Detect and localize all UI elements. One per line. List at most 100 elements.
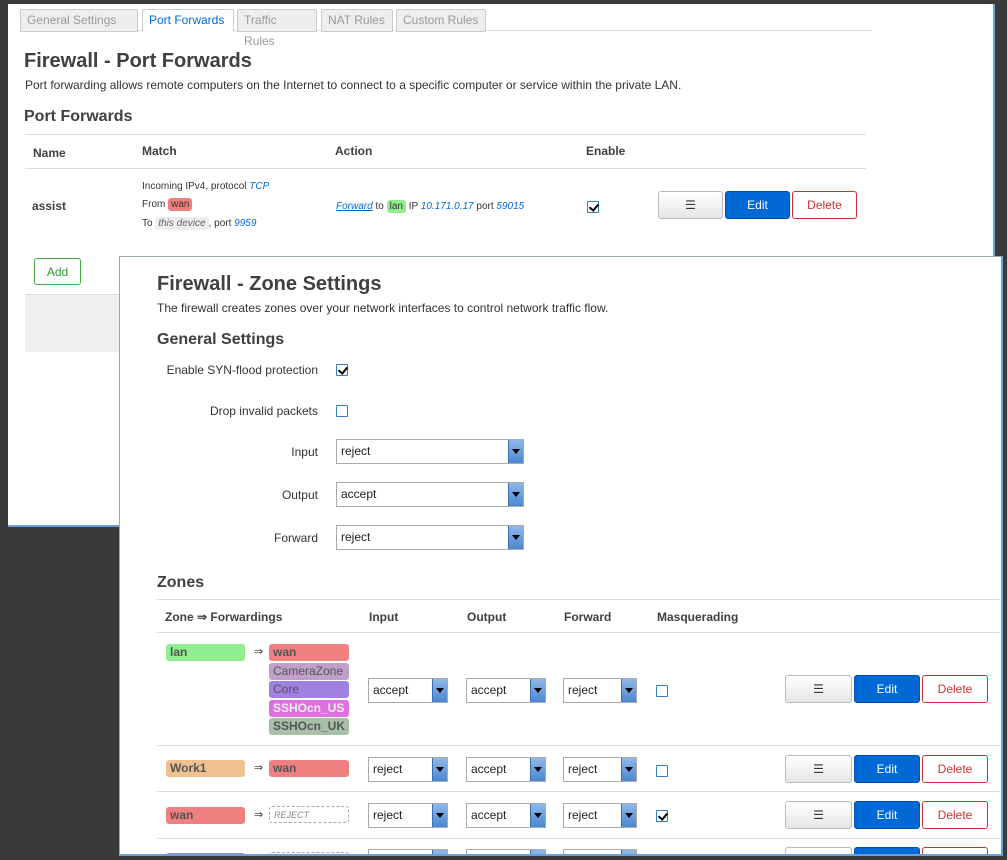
enable-checkbox[interactable] bbox=[587, 201, 599, 213]
zone-output-select[interactable]: accept bbox=[466, 678, 546, 703]
zone-input-select[interactable]: reject bbox=[368, 757, 448, 782]
chevron-down-icon bbox=[621, 679, 636, 702]
masquerading-checkbox[interactable] bbox=[656, 810, 668, 822]
delete-button[interactable]: Delete bbox=[922, 675, 988, 703]
col-action: Action bbox=[335, 144, 373, 158]
delete-button[interactable]: Delete bbox=[922, 755, 988, 783]
tab-custom-rules[interactable]: Custom Rules bbox=[396, 9, 486, 32]
col-name: Name bbox=[33, 146, 66, 160]
edit-button[interactable] bbox=[854, 847, 920, 854]
zone-input-select[interactable]: accept bbox=[368, 678, 448, 703]
chevron-down-icon bbox=[530, 850, 545, 854]
menu-button[interactable]: ☰ bbox=[658, 191, 723, 219]
col-input: Input bbox=[369, 610, 399, 624]
syn-flood-label: Enable SYN-flood protection bbox=[166, 363, 318, 377]
match-line-from: From wan bbox=[142, 198, 193, 211]
forward-badge-core: Core bbox=[269, 681, 349, 698]
drop-invalid-checkbox[interactable] bbox=[336, 405, 348, 417]
forward-label: Forward bbox=[273, 531, 318, 545]
delete-button[interactable] bbox=[922, 847, 988, 854]
zone-forward-select[interactable]: reject bbox=[563, 678, 637, 703]
masquerading-checkbox[interactable] bbox=[656, 765, 668, 777]
rule-name: assist bbox=[32, 199, 67, 213]
zone-page-description: The firewall creates zones over your net… bbox=[157, 301, 609, 315]
chevron-down-icon bbox=[508, 440, 523, 463]
zone-input-select[interactable]: reject bbox=[368, 803, 448, 828]
forward-select[interactable]: reject bbox=[336, 525, 524, 550]
zones-table-header: Zone ⇒ Forwardings Input Output Forward … bbox=[157, 599, 1000, 633]
forward-badge-partial bbox=[269, 852, 349, 854]
drop-invalid-label: Drop invalid packets bbox=[209, 404, 318, 418]
zone-input-select[interactable] bbox=[368, 849, 448, 854]
zone-settings-window: Firewall - Zone Settings The firewall cr… bbox=[119, 256, 1003, 856]
add-button[interactable]: Add bbox=[34, 258, 81, 285]
delete-button[interactable]: Delete bbox=[792, 191, 857, 219]
col-zone: Zone ⇒ Forwardings bbox=[165, 610, 283, 624]
section-title: Port Forwards bbox=[24, 108, 133, 125]
zone-badge-wan: wan bbox=[168, 198, 193, 211]
chevron-down-icon bbox=[432, 804, 447, 827]
input-select[interactable]: reject bbox=[336, 439, 524, 464]
edit-button[interactable]: Edit bbox=[854, 755, 920, 783]
chevron-down-icon bbox=[432, 758, 447, 781]
chevron-down-icon bbox=[530, 804, 545, 827]
zone-forward-select[interactable]: reject bbox=[563, 803, 637, 828]
chevron-down-icon bbox=[530, 679, 545, 702]
zone-output-select[interactable]: accept bbox=[466, 803, 546, 828]
syn-flood-checkbox[interactable] bbox=[336, 364, 348, 376]
chevron-down-icon bbox=[621, 758, 636, 781]
zones-title: Zones bbox=[157, 574, 205, 591]
menu-button[interactable]: ☰ bbox=[785, 755, 852, 783]
row-divider bbox=[157, 838, 1000, 839]
col-enable: Enable bbox=[586, 144, 626, 158]
col-forward: Forward bbox=[564, 610, 612, 624]
forward-badge-wan: wan bbox=[269, 644, 349, 661]
zone-forward-select[interactable]: reject bbox=[563, 757, 637, 782]
tab-nat-rules[interactable]: NAT Rules bbox=[321, 9, 393, 32]
chevron-down-icon bbox=[530, 758, 545, 781]
forward-badge-wan: wan bbox=[269, 760, 349, 777]
forward-arrow: ⇒ bbox=[254, 809, 264, 821]
action-text: Forward to lan IP 10.171.0.17 port 59015 bbox=[336, 200, 525, 213]
zone-badge-work1: Work1 bbox=[166, 760, 245, 777]
edit-button[interactable]: Edit bbox=[854, 675, 920, 703]
footer-area bbox=[25, 294, 125, 352]
chevron-down-icon bbox=[432, 679, 447, 702]
edit-button[interactable]: Edit bbox=[725, 191, 790, 219]
general-settings-title: General Settings bbox=[157, 331, 285, 348]
chevron-down-icon bbox=[508, 526, 523, 549]
forward-badge-sshocn-uk: SSHOcn_UK bbox=[269, 718, 349, 735]
col-masquerading: Masquerading bbox=[657, 610, 739, 624]
tab-general-settings[interactable]: General Settings bbox=[20, 9, 138, 32]
forward-badge-camerazone: CameraZone bbox=[269, 663, 349, 680]
tab-bar: General Settings Port Forwards Traffic R… bbox=[20, 7, 872, 48]
output-select[interactable]: accept bbox=[336, 482, 524, 507]
zone-output-select[interactable]: accept bbox=[466, 757, 546, 782]
page-title: Firewall - Port Forwards bbox=[24, 50, 252, 72]
match-line-to: To this device, port 9959 bbox=[142, 217, 257, 230]
tab-port-forwards[interactable]: Port Forwards bbox=[142, 9, 234, 32]
menu-button[interactable]: ☰ bbox=[785, 675, 852, 703]
zone-badge-lan: lan bbox=[166, 644, 245, 661]
chevron-down-icon bbox=[621, 850, 636, 854]
menu-button[interactable] bbox=[785, 847, 852, 854]
masquerading-checkbox[interactable] bbox=[656, 685, 668, 697]
delete-button[interactable]: Delete bbox=[922, 801, 988, 829]
forward-badge-reject: REJECT bbox=[269, 806, 349, 823]
forward-arrow: ⇒ bbox=[254, 646, 264, 658]
row-divider bbox=[157, 791, 1000, 792]
zone-forward-select[interactable] bbox=[563, 849, 637, 854]
zone-badge-wan: wan bbox=[166, 807, 245, 824]
menu-button[interactable]: ☰ bbox=[785, 801, 852, 829]
col-output: Output bbox=[467, 610, 507, 624]
zone-badge-lan: lan bbox=[386, 200, 406, 213]
zone-output-select[interactable] bbox=[466, 849, 546, 854]
device-badge: this device bbox=[155, 217, 209, 230]
tab-traffic-rules[interactable]: Traffic Rules bbox=[237, 9, 317, 48]
input-label: Input bbox=[291, 445, 318, 459]
chevron-down-icon bbox=[621, 804, 636, 827]
page-description: Port forwarding allows remote computers … bbox=[25, 78, 682, 92]
zone-badge-partial bbox=[166, 853, 245, 854]
edit-button[interactable]: Edit bbox=[854, 801, 920, 829]
table-header: Name Match Action Enable bbox=[25, 134, 866, 169]
